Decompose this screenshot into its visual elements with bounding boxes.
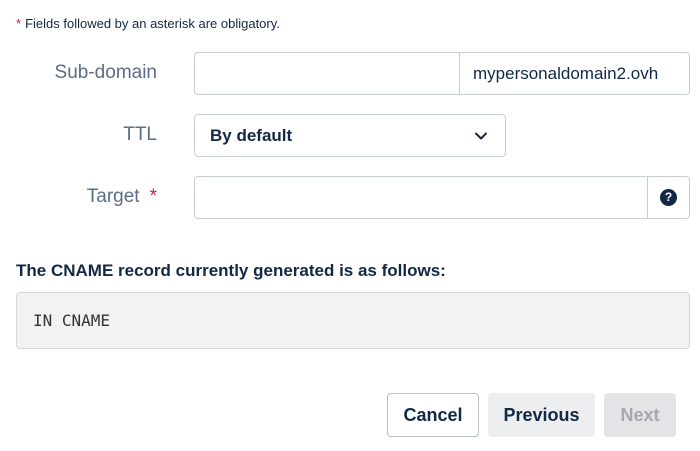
help-icon: ?	[660, 189, 677, 206]
record-preview-title: The CNAME record currently generated is …	[16, 261, 446, 280]
next-button[interactable]: Next	[604, 393, 676, 437]
required-asterisk: *	[16, 16, 22, 31]
cancel-button[interactable]: Cancel	[387, 393, 479, 437]
ttl-label-text: TTL	[123, 124, 157, 145]
ttl-select[interactable]: By default	[194, 114, 506, 157]
domain-suffix-addon: mypersonaldomain2.ovh	[459, 52, 690, 95]
subdomain-label: Sub-domain	[55, 62, 157, 84]
subdomain-input[interactable]	[194, 52, 460, 95]
ttl-selected-value: By default	[210, 126, 293, 145]
required-note-text: Fields followed by an asterisk are oblig…	[25, 16, 280, 31]
subdomain-label-text: Sub-domain	[54, 62, 157, 83]
target-required-asterisk: *	[149, 186, 157, 207]
target-help-button[interactable]: ?	[647, 176, 690, 219]
chevron-down-icon	[475, 132, 487, 140]
target-label: Target *	[87, 186, 157, 208]
previous-button[interactable]: Previous	[488, 393, 595, 437]
record-preview-value: IN CNAME	[33, 311, 111, 330]
record-preview-box: IN CNAME	[16, 292, 690, 349]
target-label-text: Target	[86, 186, 140, 207]
ttl-label: TTL	[123, 124, 157, 146]
required-fields-note: * Fields followed by an asterisk are obli…	[16, 16, 280, 31]
target-input[interactable]	[194, 176, 648, 219]
